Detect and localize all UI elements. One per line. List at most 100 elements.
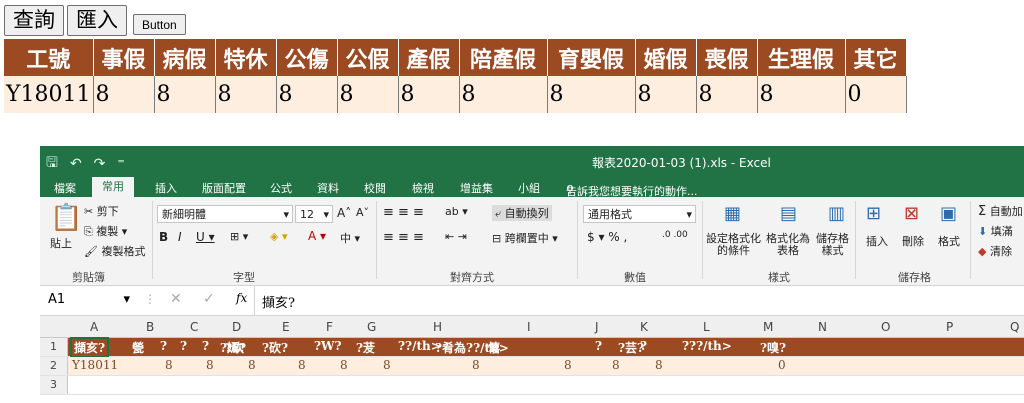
- formula-input[interactable]: 擷亥?: [262, 292, 295, 311]
- sheet-cell[interactable]: 8: [165, 358, 173, 372]
- fill-button[interactable]: ⬇ 填滿: [978, 223, 1013, 239]
- sheet-cell[interactable]: ???/th>: [682, 339, 732, 353]
- sheet-cell[interactable]: 甇: [132, 339, 144, 356]
- sheet-cell[interactable]: 憘: [488, 339, 500, 356]
- conditional-format-button[interactable]: 設定格式化 的條件: [706, 233, 761, 257]
- customize-qat-icon[interactable]: ⁼: [117, 156, 124, 172]
- row-number[interactable]: 3: [40, 376, 68, 394]
- name-box[interactable]: A1 ▾: [44, 291, 134, 309]
- sheet-cell[interactable]: 8: [383, 358, 391, 372]
- align-top-icon[interactable]: ≡ ≡ ≡: [383, 205, 424, 220]
- tab-addins[interactable]: 增益集: [460, 180, 493, 196]
- underline-icon[interactable]: U ▾: [196, 230, 215, 244]
- sheet-cell[interactable]: Y18011: [72, 358, 118, 372]
- decimal-icon[interactable]: .0 .00: [662, 230, 688, 240]
- format-table-icon[interactable]: ▤: [780, 203, 797, 224]
- delete-cells-icon[interactable]: ⊠: [904, 203, 919, 224]
- format-cells-button[interactable]: 格式: [938, 233, 960, 249]
- wrap-text-button[interactable]: ⤶ 自動換列: [492, 205, 552, 221]
- sheet-cell[interactable]: 8: [472, 358, 480, 372]
- format-table-button[interactable]: 格式化為 表格: [766, 233, 810, 257]
- sheet-cell[interactable]: ?砍?: [262, 339, 288, 356]
- tab-home[interactable]: 常用: [92, 177, 134, 197]
- sheet-cell[interactable]: 8: [564, 358, 572, 372]
- selected-cell-a1[interactable]: 擷亥?: [70, 337, 110, 358]
- sheet-cell[interactable]: ?: [595, 339, 602, 353]
- sheet-cell[interactable]: ?: [202, 339, 209, 353]
- query-button[interactable]: 查詢: [4, 5, 64, 36]
- sheet-cell[interactable]: 8: [655, 358, 663, 372]
- col-header[interactable]: C: [190, 320, 198, 334]
- sheet-cell[interactable]: 0: [778, 358, 786, 372]
- generic-button[interactable]: Button: [133, 14, 186, 35]
- tab-insert[interactable]: 插入: [155, 180, 177, 196]
- cancel-icon[interactable]: ✕: [170, 291, 182, 307]
- col-header[interactable]: N: [818, 320, 827, 334]
- sheet-cell[interactable]: 8: [612, 358, 620, 372]
- cell-styles-button[interactable]: 儲存格 樣式: [816, 233, 849, 257]
- fill-color-icon[interactable]: ◈ ▾: [270, 230, 287, 243]
- sheet-cell[interactable]: ?: [160, 339, 167, 353]
- col-header[interactable]: K: [640, 320, 648, 334]
- shrink-font-icon[interactable]: A˅: [356, 206, 369, 219]
- sheet-cell[interactable]: ?: [180, 339, 187, 353]
- tab-file[interactable]: 檔案: [54, 180, 76, 196]
- insert-cells-icon[interactable]: ⊞: [866, 203, 881, 224]
- phonetic-icon[interactable]: 中 ▾: [340, 230, 360, 246]
- confirm-icon[interactable]: ✓: [203, 291, 215, 307]
- paste-button[interactable]: 貼上: [50, 235, 72, 251]
- sheet-cell[interactable]: ?砍: [225, 339, 244, 356]
- copy-button[interactable]: ⎘ 複製 ▾: [84, 223, 127, 239]
- sheet-cell[interactable]: 8: [248, 358, 256, 372]
- merge-center-button[interactable]: ⊟ 跨欄置中 ▾: [492, 230, 558, 246]
- autosum-button[interactable]: Σ 自動加: [978, 203, 1023, 219]
- col-header[interactable]: L: [703, 320, 710, 334]
- col-header[interactable]: I: [527, 320, 531, 334]
- format-painter-button[interactable]: 🖌 複製格式: [84, 243, 145, 259]
- sheet-cell[interactable]: 8: [298, 358, 306, 372]
- cell-styles-icon[interactable]: ▥: [828, 203, 845, 224]
- col-header[interactable]: E: [282, 320, 290, 334]
- col-header[interactable]: O: [881, 320, 890, 334]
- bold-icon[interactable]: B: [159, 230, 168, 244]
- cut-button[interactable]: ✂ 剪下: [84, 203, 119, 219]
- col-header[interactable]: F: [326, 320, 333, 334]
- conditional-format-icon[interactable]: ▦: [724, 203, 741, 224]
- font-color-icon[interactable]: A ▾: [308, 229, 326, 243]
- font-size-select[interactable]: 12 ▾: [295, 205, 333, 223]
- col-header[interactable]: G: [367, 320, 376, 334]
- insert-cells-button[interactable]: 插入: [866, 233, 888, 249]
- col-header[interactable]: J: [595, 320, 599, 334]
- number-format-select[interactable]: 通用格式 ▾: [583, 205, 696, 223]
- col-header[interactable]: H: [433, 320, 442, 334]
- indent-icon[interactable]: ⇤ ⇥: [445, 230, 467, 243]
- undo-icon[interactable]: ↶: [70, 156, 82, 172]
- border-icon[interactable]: ⊞ ▾: [230, 230, 248, 243]
- sheet-cell[interactable]: ?茇: [356, 339, 375, 356]
- row-number[interactable]: 2: [40, 357, 68, 375]
- paste-icon[interactable]: 📋: [50, 203, 82, 233]
- col-header[interactable]: B: [146, 320, 154, 334]
- grow-font-icon[interactable]: A˄: [337, 206, 351, 220]
- font-name-select[interactable]: 新細明體 ▾: [157, 205, 293, 223]
- sheet-cell[interactable]: 8: [340, 358, 348, 372]
- row-number[interactable]: 1: [40, 338, 68, 356]
- col-header[interactable]: M: [763, 320, 773, 334]
- insert-function-icon[interactable]: fx: [236, 291, 247, 305]
- currency-icon[interactable]: $ ▾ % ,: [587, 230, 627, 244]
- sheet-cell[interactable]: 8: [206, 358, 214, 372]
- tab-view[interactable]: 檢視: [412, 180, 434, 196]
- tab-formulas[interactable]: 公式: [270, 180, 292, 196]
- col-header[interactable]: P: [946, 320, 953, 334]
- tab-page-layout[interactable]: 版面配置: [202, 180, 246, 196]
- sheet-cell[interactable]: ?嗅?: [760, 339, 786, 356]
- delete-cells-button[interactable]: 刪除: [902, 233, 924, 249]
- orientation-icon[interactable]: ab ▾: [445, 205, 468, 218]
- italic-icon[interactable]: I: [178, 230, 182, 244]
- clear-button[interactable]: ◆ 清除: [978, 243, 1012, 259]
- tab-review[interactable]: 校閱: [364, 180, 386, 196]
- save-icon[interactable]: 🖫: [46, 152, 58, 176]
- col-header[interactable]: Q: [1010, 320, 1019, 334]
- align-left-icon[interactable]: ≡ ≡ ≡: [383, 230, 424, 245]
- tab-data[interactable]: 資料: [317, 180, 339, 196]
